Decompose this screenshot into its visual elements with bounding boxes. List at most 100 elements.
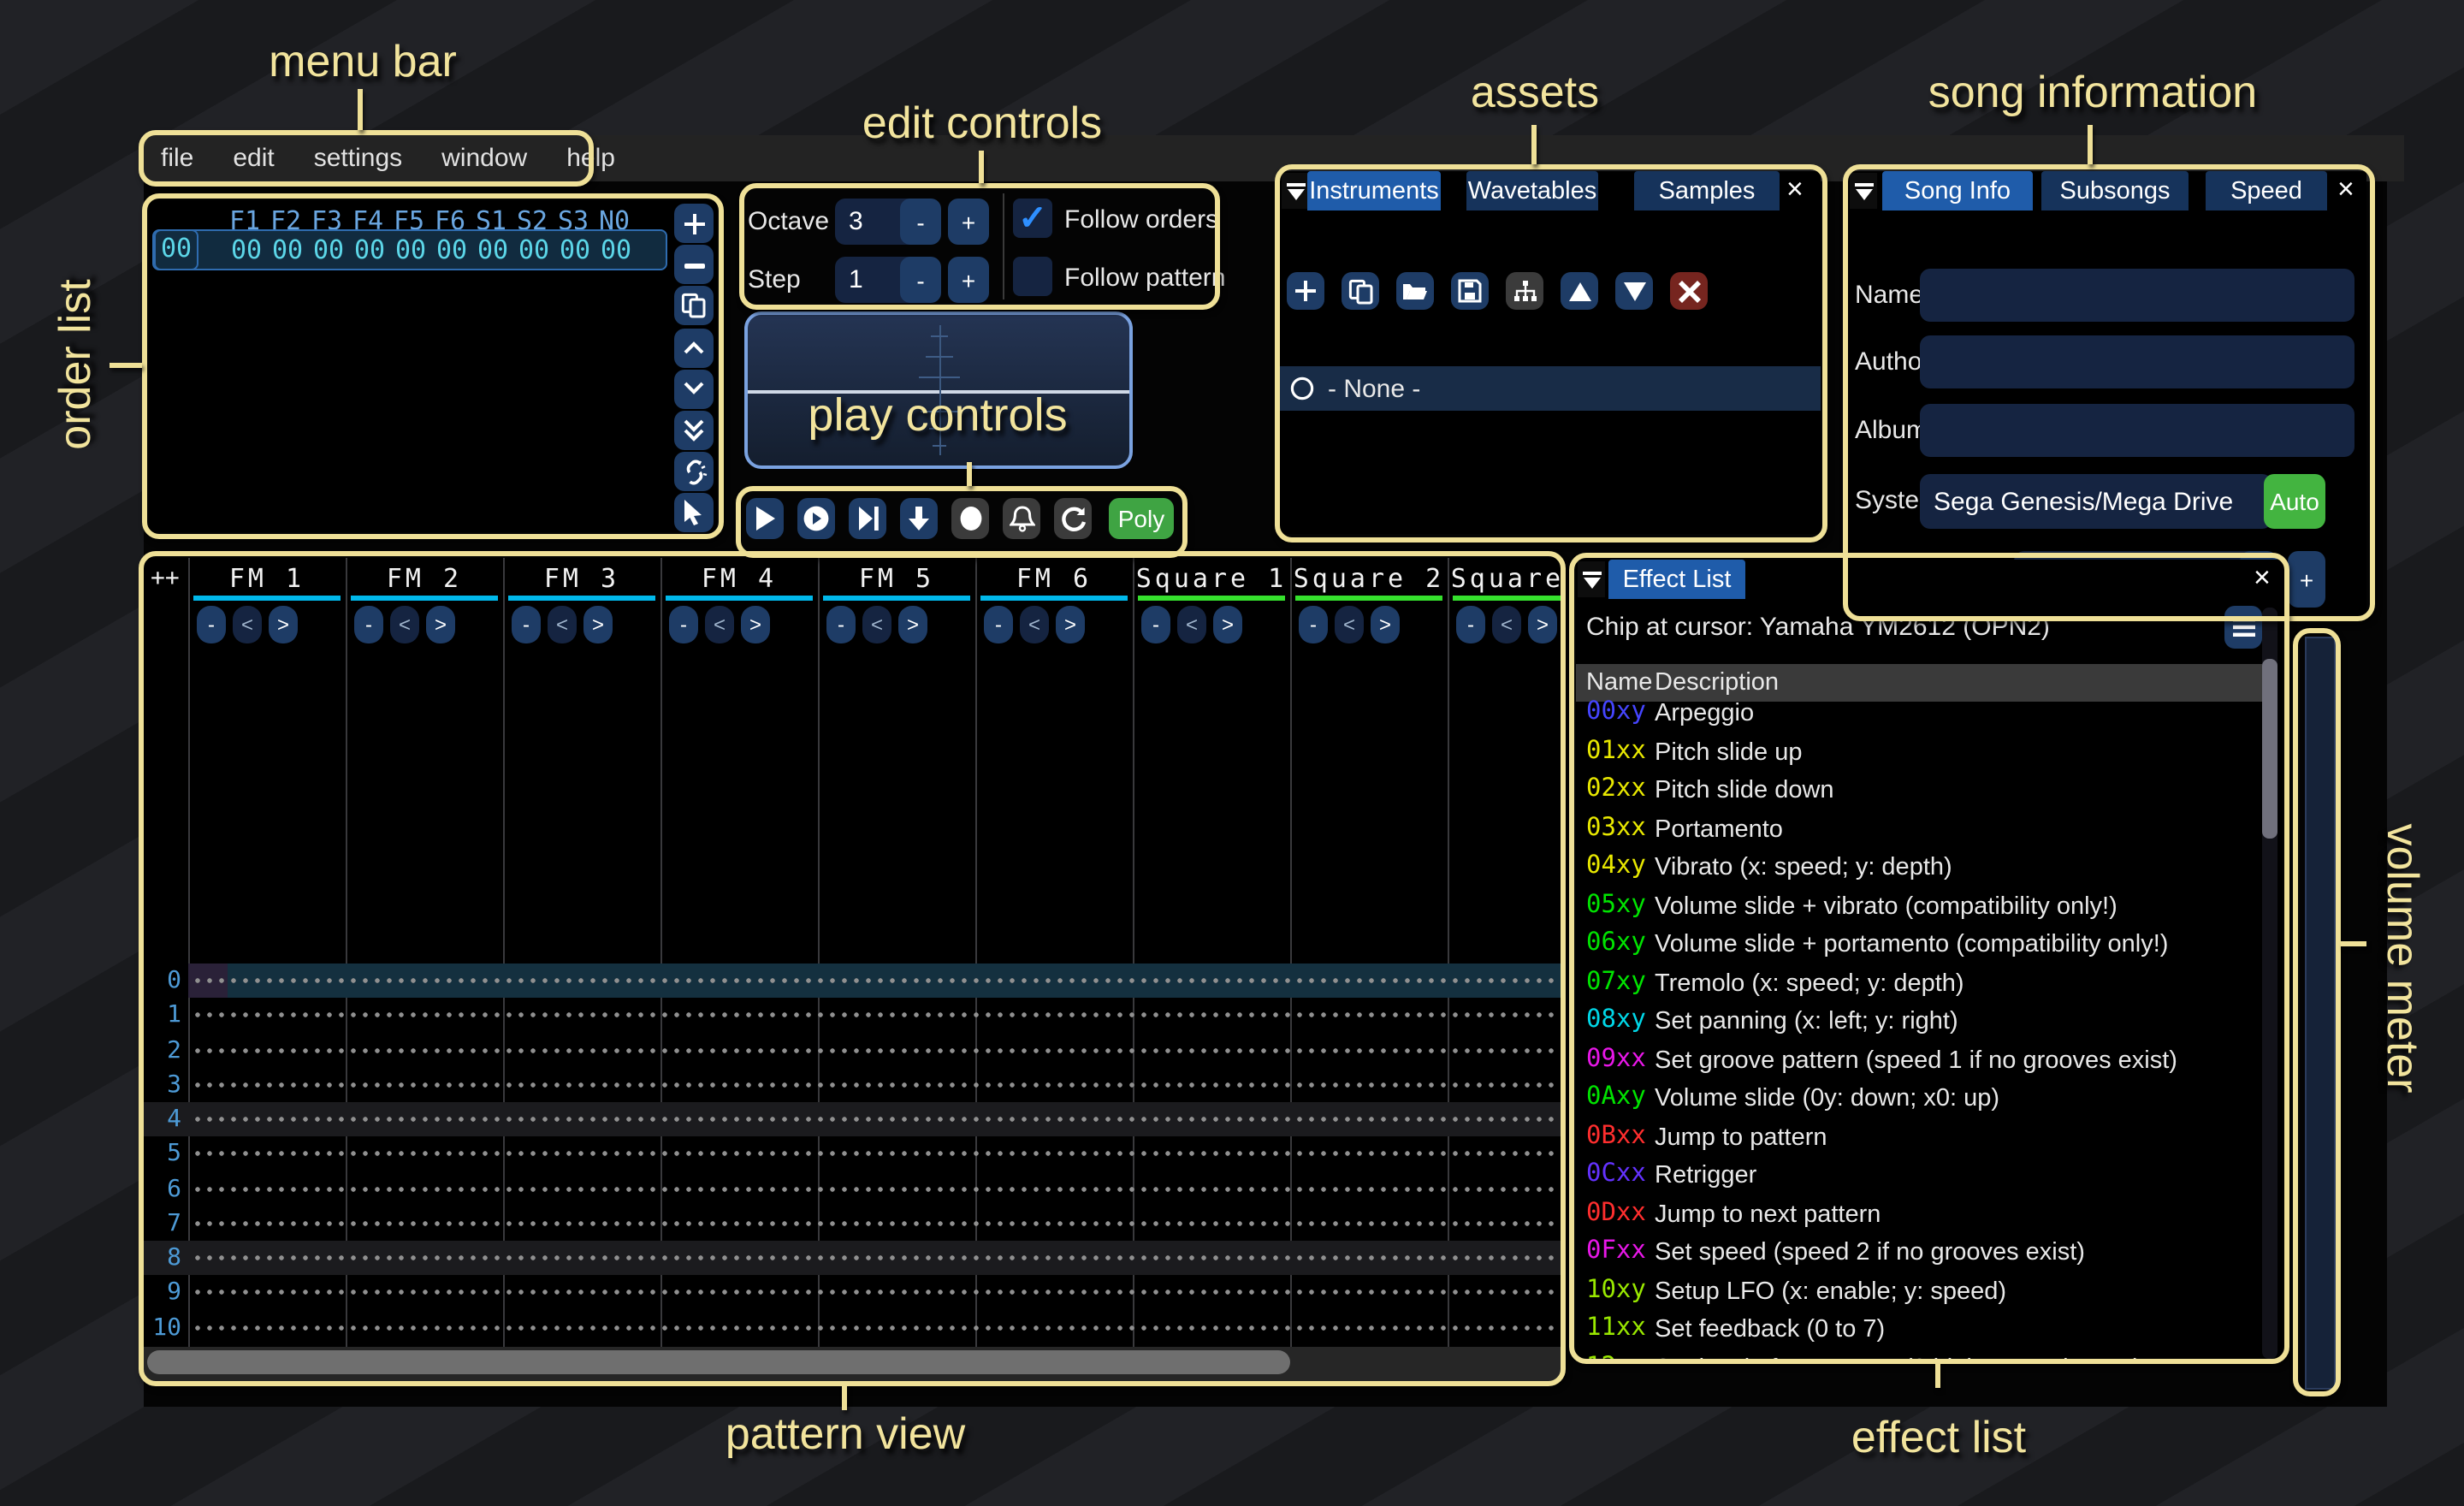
step-row-button[interactable]: [900, 498, 938, 539]
metronome-button[interactable]: [1003, 498, 1040, 539]
play-from-cursor-button[interactable]: [849, 498, 886, 539]
pattern-row-cells[interactable]: [192, 1310, 1557, 1344]
effect-row[interactable]: 09xxSet groove pattern (speed 1 if no gr…: [1576, 1041, 2276, 1079]
add-instrument-button[interactable]: [1287, 272, 1324, 310]
stop-button[interactable]: [951, 498, 989, 539]
play-pattern-button[interactable]: [797, 498, 835, 539]
assets-close-button[interactable]: ×: [1786, 173, 1804, 207]
effect-row[interactable]: 06xyVolume slide + portamento (compatibi…: [1576, 926, 2276, 963]
pattern-row-cells[interactable]: [192, 1068, 1557, 1102]
pattern-channel-shrink-button[interactable]: <: [1177, 606, 1206, 643]
pattern-channel-expand-button[interactable]: >: [1528, 606, 1557, 643]
pattern-channel-collapse-button[interactable]: -: [826, 606, 856, 643]
effect-row[interactable]: 02xxPitch slide down: [1576, 772, 2276, 809]
follow-pattern-checkbox[interactable]: [1013, 257, 1052, 296]
pattern-channel-collapse-button[interactable]: -: [1456, 606, 1485, 643]
pattern-row-cells[interactable]: [192, 999, 1557, 1033]
pattern-channel-shrink-button[interactable]: <: [705, 606, 734, 643]
menu-item-window[interactable]: window: [441, 144, 527, 173]
song-system-select[interactable]: Sega Genesis/Mega Drive: [1920, 474, 2272, 529]
order-cell[interactable]: 00: [473, 233, 512, 267]
pattern-expand-button[interactable]: ++: [151, 565, 180, 592]
song-info-tab-song-info[interactable]: Song Info: [1882, 171, 2033, 210]
menu-item-file[interactable]: file: [161, 144, 193, 173]
assets-tab-wavetables[interactable]: Wavetables: [1466, 171, 1598, 210]
effect-row[interactable]: 03xxPortamento: [1576, 810, 2276, 848]
effect-row[interactable]: 01xxPitch slide up: [1576, 733, 2276, 771]
effect-list-close-button[interactable]: ×: [2254, 561, 2271, 596]
pattern-channel-expand-button[interactable]: >: [1371, 606, 1400, 643]
order-cell[interactable]: 00: [555, 233, 595, 267]
delete-instrument-button[interactable]: [1670, 272, 1708, 310]
order-cell[interactable]: 00: [432, 233, 471, 267]
assets-tab-instruments[interactable]: Instruments: [1307, 171, 1441, 210]
song-info-tab-subsongs[interactable]: Subsongs: [2041, 171, 2189, 210]
effect-row[interactable]: 04xyVibrato (x: speed; y: depth): [1576, 849, 2276, 886]
menu-item-settings[interactable]: settings: [314, 144, 402, 173]
duplicate-order-button[interactable]: [674, 287, 714, 326]
pattern-row-cells[interactable]: [192, 1171, 1557, 1206]
song-info-close-button[interactable]: ×: [2337, 173, 2354, 207]
pattern-channel-shrink-button[interactable]: <: [1020, 606, 1049, 643]
song-info-window-menu-button[interactable]: [1850, 173, 1877, 209]
menu-item-edit[interactable]: edit: [233, 144, 274, 173]
edit-step-plus-button[interactable]: +: [948, 257, 989, 303]
move-order-down-button[interactable]: [674, 370, 714, 409]
song-author-input[interactable]: [1920, 335, 2354, 388]
edit-octave-minus-button[interactable]: -: [900, 199, 941, 245]
deep-clone-order-button[interactable]: [674, 452, 714, 491]
song-tuning-plus-button[interactable]: +: [2288, 551, 2325, 608]
pattern-channel-collapse-button[interactable]: -: [512, 606, 541, 643]
pattern-channel-shrink-button[interactable]: <: [862, 606, 891, 643]
effect-list-tab[interactable]: Effect List: [1608, 560, 1745, 599]
effect-row[interactable]: 11xxSet feedback (0 to 7): [1576, 1311, 2276, 1349]
effect-row[interactable]: 00xyArpeggio: [1576, 695, 2276, 732]
pattern-row-cells[interactable]: [192, 1033, 1557, 1067]
order-cell[interactable]: 00: [596, 233, 636, 267]
order-cell[interactable]: 00: [514, 233, 554, 267]
song-system-auto-button[interactable]: Auto: [2264, 474, 2325, 529]
pattern-channel-collapse-button[interactable]: -: [354, 606, 383, 643]
pattern-channel-expand-button[interactable]: >: [1056, 606, 1085, 643]
pattern-row-cells[interactable]: [192, 1102, 1557, 1136]
instrument-list-item[interactable]: - None -: [1280, 366, 1821, 411]
effect-row[interactable]: 05xyVolume slide + vibrato (compatibilit…: [1576, 887, 2276, 925]
pattern-channel-expand-button[interactable]: >: [426, 606, 455, 643]
effect-row[interactable]: 0AxyVolume slide (0y: down; x0: up): [1576, 1080, 2276, 1118]
toggle-folders-button[interactable]: [1506, 272, 1543, 310]
order-cell[interactable]: 00: [391, 233, 430, 267]
song-name-input[interactable]: [1920, 269, 2354, 322]
pattern-channel-expand-button[interactable]: >: [583, 606, 613, 643]
order-row-index[interactable]: 00: [154, 229, 198, 270]
menu-item-help[interactable]: help: [566, 144, 615, 173]
effect-row[interactable]: 10xySetup LFO (x: enable; y: speed): [1576, 1272, 2276, 1310]
pattern-channel-expand-button[interactable]: >: [898, 606, 927, 643]
move-order-up-button[interactable]: [674, 328, 714, 367]
effect-row[interactable]: 0DxxJump to next pattern: [1576, 1195, 2276, 1233]
pattern-channel-collapse-button[interactable]: -: [1141, 606, 1170, 643]
assets-tab-samples[interactable]: Samples: [1634, 171, 1780, 210]
pattern-channel-shrink-button[interactable]: <: [390, 606, 419, 643]
assets-window-menu-button[interactable]: [1282, 173, 1309, 209]
pattern-channel-expand-button[interactable]: >: [741, 606, 770, 643]
effect-row[interactable]: 0CxxRetrigger: [1576, 1157, 2276, 1195]
pattern-channel-collapse-button[interactable]: -: [984, 606, 1013, 643]
effect-list-scrollbar-thumb[interactable]: [2262, 659, 2277, 839]
open-instrument-button[interactable]: [1396, 272, 1434, 310]
pattern-row-cells[interactable]: [192, 1207, 1557, 1241]
effect-list-window-menu-button[interactable]: [1578, 561, 1605, 597]
pattern-row-cells[interactable]: [192, 963, 1557, 998]
effect-row[interactable]: 12xxSet level of operator 1 (0 highest, …: [1576, 1349, 2276, 1359]
order-cell[interactable]: 00: [268, 233, 307, 267]
effect-row[interactable]: 0BxxJump to pattern: [1576, 1118, 2276, 1156]
effect-row[interactable]: 0FxxSet speed (speed 2 if no grooves exi…: [1576, 1234, 2276, 1272]
move-instrument-down-button[interactable]: [1615, 272, 1653, 310]
move-order-bottom-button[interactable]: [674, 411, 714, 450]
poly-toggle-button[interactable]: Poly: [1109, 498, 1174, 539]
edit-step-minus-button[interactable]: -: [900, 257, 941, 303]
order-cell[interactable]: 00: [309, 233, 348, 267]
song-info-tab-speed[interactable]: Speed: [2206, 171, 2327, 210]
play-button[interactable]: [746, 498, 784, 539]
effect-row[interactable]: 08xySet panning (x: left; y: right): [1576, 1003, 2276, 1041]
pattern-hscrollbar-thumb[interactable]: [147, 1350, 1290, 1374]
